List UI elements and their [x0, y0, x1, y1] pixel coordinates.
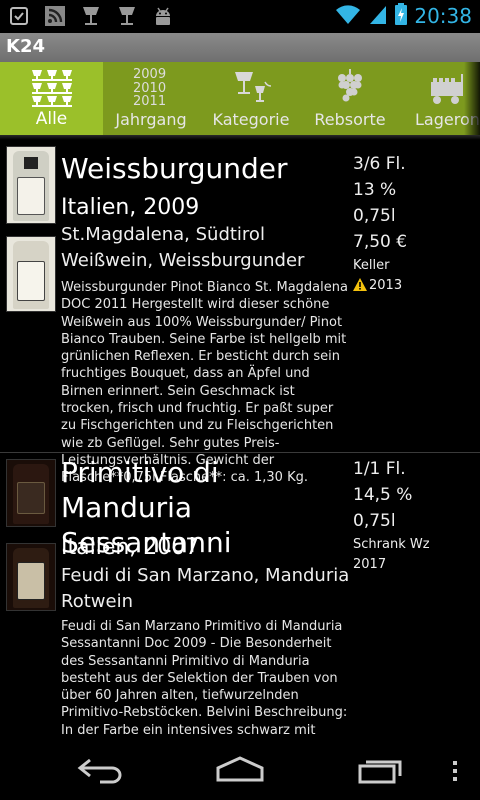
tab-rebsorte[interactable]: Rebsorte — [303, 62, 397, 135]
overflow-menu-icon[interactable] — [452, 760, 458, 786]
bottle-image — [6, 146, 56, 224]
all-glasses-icon — [30, 68, 74, 112]
clock: 20:38 — [414, 4, 472, 28]
glass-icon — [78, 3, 104, 29]
wine-description: Feudi di San Marzano Primitivo di Mandur… — [61, 619, 348, 736]
wifi-icon — [334, 2, 362, 30]
tab-bar: Alle 2009 2010 2011 Jahrgang Kategorie R… — [0, 62, 480, 135]
drink-until-year: 2013 — [369, 278, 403, 293]
wine-origin: Italien, 2007 — [61, 535, 200, 560]
tab-label: Alle — [35, 109, 68, 129]
tab-alle[interactable]: Alle — [0, 62, 103, 135]
wine-origin: Italien, 2009 — [61, 195, 200, 220]
bottle-count: 1/1 Fl. — [353, 459, 406, 479]
volume: 0,75l — [353, 511, 396, 531]
rss-icon — [42, 3, 68, 29]
list-item[interactable]: Primitivo di Manduria Sessantanni Italie… — [0, 453, 480, 736]
wine-details: 1/1 Fl. 14,5 % 0,75l Schrank Wz 2017 — [353, 459, 473, 577]
app-title: K24 — [6, 36, 45, 57]
volume: 0,75l — [353, 206, 396, 226]
back-icon[interactable] — [76, 756, 124, 788]
tab-kategorie[interactable]: Kategorie — [199, 62, 303, 135]
home-icon[interactable] — [214, 754, 266, 788]
tab-label: Rebsorte — [314, 110, 386, 129]
android-icon — [150, 3, 176, 29]
year-label: 2010 — [133, 80, 167, 96]
wine-type: Weißwein, Weissburgunder — [61, 250, 305, 271]
action-bar: K24 — [0, 33, 480, 62]
storage-location: Keller — [353, 258, 390, 273]
wine-details: 3/6 Fl. 13 % 0,75l 7,50 € Keller 2013 — [353, 154, 473, 298]
drink-until-year: 2017 — [353, 557, 387, 572]
wine-name: Weissburgunder — [61, 152, 288, 185]
navigation-bar — [0, 736, 480, 800]
recent-apps-icon[interactable] — [358, 756, 404, 788]
alcohol: 14,5 % — [353, 485, 413, 505]
tab-label: Kategorie — [212, 110, 290, 129]
wine-producer: Feudi di San Marzano, Manduria — [61, 565, 350, 586]
battery-charging-icon — [394, 2, 408, 30]
year-icon: 2009 2010 2011 — [133, 68, 166, 109]
year-label: 2009 — [133, 67, 167, 82]
wine-type: Rotwein — [61, 591, 133, 612]
glasses-bottle-icon — [229, 68, 273, 112]
grapes-icon — [335, 68, 365, 112]
alcohol: 13 % — [353, 180, 397, 200]
debug-icon — [6, 3, 32, 29]
price: 7,50 € — [353, 232, 408, 252]
bottle-image — [6, 459, 56, 527]
signal-icon — [368, 2, 388, 30]
glass-icon — [114, 3, 140, 29]
list-item[interactable]: Weissburgunder Italien, 2009 St.Magdalen… — [0, 140, 480, 485]
bottle-count: 3/6 Fl. — [353, 154, 406, 174]
year-label: 2011 — [133, 94, 167, 109]
warning-icon — [353, 278, 367, 295]
storage-location: Schrank Wz — [353, 537, 430, 552]
status-bar: 20:38 — [0, 0, 480, 33]
wine-list[interactable]: Weissburgunder Italien, 2009 St.Magdalen… — [0, 140, 480, 736]
wine-producer: St.Magdalena, Südtirol — [61, 224, 265, 245]
tab-jahrgang[interactable]: 2009 2010 2011 Jahrgang — [103, 62, 199, 135]
tab-scroll-fade — [464, 62, 480, 135]
bottle-image — [6, 543, 56, 611]
tab-label: Jahrgang — [115, 110, 187, 129]
bottle-image — [6, 236, 56, 312]
drink-until: 2013 — [353, 278, 473, 298]
